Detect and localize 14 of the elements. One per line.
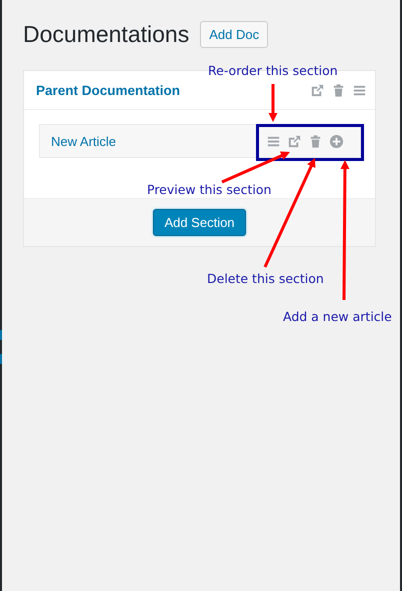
annotation-label: Delete this section — [207, 271, 324, 286]
add-doc-button[interactable]: Add Doc — [200, 21, 268, 48]
page-title: Documentations — [23, 21, 190, 48]
add-section-button[interactable]: Add Section — [153, 209, 246, 236]
external-link-icon[interactable] — [310, 82, 325, 98]
annotation-label: Preview this section — [147, 182, 272, 197]
trash-icon[interactable] — [308, 134, 323, 148]
trash-icon[interactable] — [331, 82, 346, 98]
annotation-label: Re-order this section — [208, 63, 338, 78]
article-link[interactable]: New Article — [51, 134, 116, 148]
annotation-arrow — [268, 84, 278, 122]
external-link-icon[interactable] — [287, 134, 302, 148]
annotation-label: Add a new article — [283, 309, 392, 324]
doc-title-link[interactable]: Parent Documentation — [36, 82, 180, 98]
